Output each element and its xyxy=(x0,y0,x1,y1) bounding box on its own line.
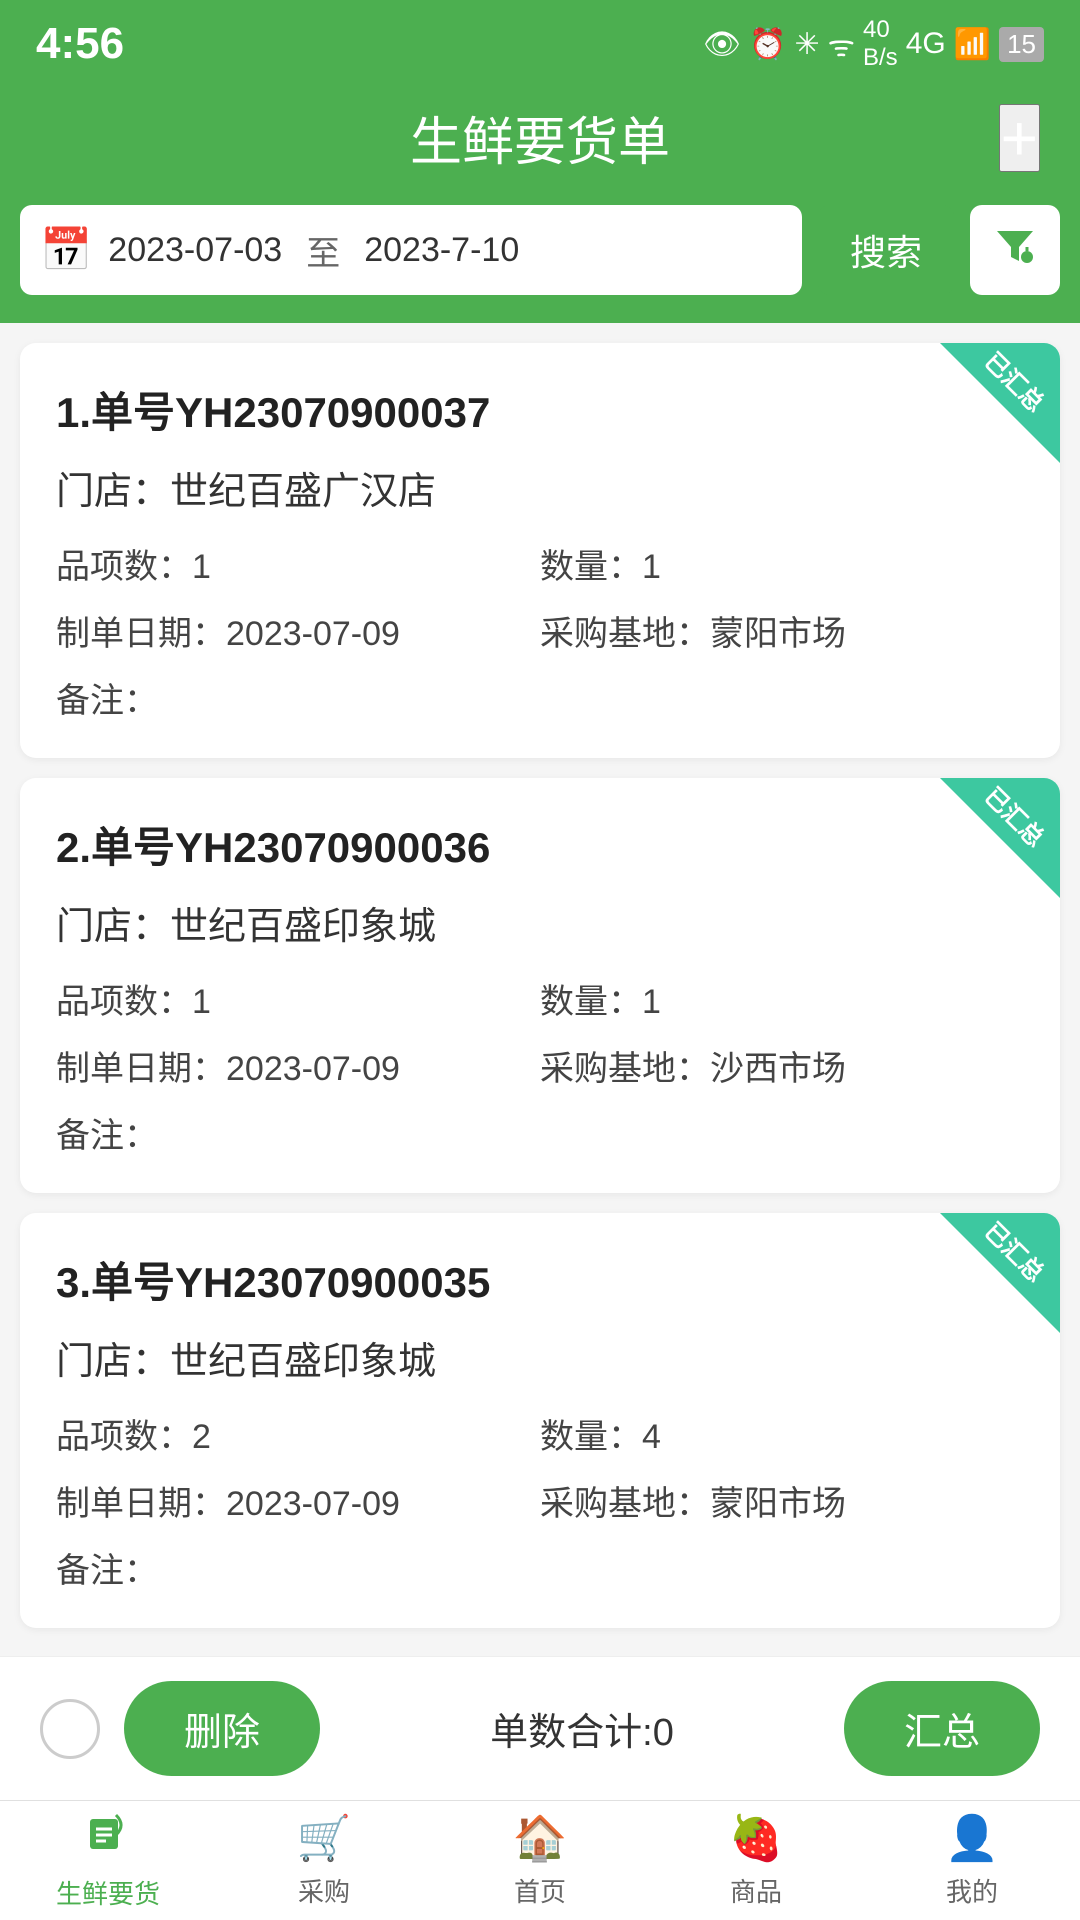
order-card-3[interactable]: 3.单号YH23070900035 门店：世纪百盛印象城 品项数：2 数量：4 … xyxy=(20,1213,1060,1628)
order-row-items-qty-3: 品项数：2 数量：4 xyxy=(56,1409,1024,1458)
order-row-date-base-3: 制单日期：2023-07-09 采购基地：蒙阳市场 xyxy=(56,1476,1024,1525)
order-items-count-2: 品项数：1 xyxy=(56,974,540,1023)
nav-label-home: 首页 xyxy=(514,1872,566,1909)
mine-icon: 👤 xyxy=(945,1812,1000,1864)
order-date-3: 制单日期：2023-07-09 xyxy=(56,1476,540,1525)
order-list: 1.单号YH23070900037 门店：世纪百盛广汉店 品项数：1 数量：1 … xyxy=(0,323,1080,1828)
status-text-3: 已汇总 xyxy=(975,1213,1056,1291)
home-icon: 🏠 xyxy=(513,1812,568,1864)
status-bar: 4:56 👁 ⏰ ✳ ᯤ 40B/s 4G 📶 15 xyxy=(0,0,1080,80)
status-badge-3: 已汇总 xyxy=(940,1213,1060,1333)
order-remark-1: 备注： xyxy=(56,673,1024,722)
page-header: 生鲜要货单 + xyxy=(0,80,1080,205)
fresh-icon xyxy=(86,1811,130,1866)
order-date-2: 制单日期：2023-07-09 xyxy=(56,1041,540,1090)
order-number-3: 3.单号YH23070900035 xyxy=(56,1249,1024,1310)
order-quantity-2: 数量：1 xyxy=(540,974,1024,1023)
delete-button[interactable]: 删除 xyxy=(124,1681,320,1776)
status-text-2: 已汇总 xyxy=(975,778,1056,856)
calendar-icon: 📅 xyxy=(40,226,92,275)
date-from: 2023-07-03 xyxy=(108,231,282,270)
order-base-3: 采购基地：蒙阳市场 xyxy=(540,1476,1024,1525)
order-date-1: 制单日期：2023-07-09 xyxy=(56,606,540,655)
order-remark-2: 备注： xyxy=(56,1108,1024,1157)
page-title: 生鲜要货单 xyxy=(410,100,670,175)
goods-icon: 🍓 xyxy=(729,1812,784,1864)
nav-item-goods[interactable]: 🍓 商品 xyxy=(648,1801,864,1920)
status-badge-2: 已汇总 xyxy=(940,778,1060,898)
bottom-nav: 生鲜要货 🛒 采购 🏠 首页 🍓 商品 👤 我的 xyxy=(0,1800,1080,1920)
nav-label-fresh: 生鲜要货 xyxy=(56,1874,160,1911)
status-time: 4:56 xyxy=(36,19,124,69)
order-store-2: 门店：世纪百盛印象城 xyxy=(56,895,1024,950)
order-row-date-base-1: 制单日期：2023-07-09 采购基地：蒙阳市场 xyxy=(56,606,1024,655)
search-bar: 📅 2023-07-03 至 2023-7-10 搜索 xyxy=(0,205,1080,323)
order-card-2[interactable]: 2.单号YH23070900036 门店：世纪百盛印象城 品项数：1 数量：1 … xyxy=(20,778,1060,1193)
order-row-date-base-2: 制单日期：2023-07-09 采购基地：沙西市场 xyxy=(56,1041,1024,1090)
date-range-box[interactable]: 📅 2023-07-03 至 2023-7-10 xyxy=(20,205,802,295)
order-row-items-qty-2: 品项数：1 数量：1 xyxy=(56,974,1024,1023)
order-base-2: 采购基地：沙西市场 xyxy=(540,1041,1024,1090)
order-remark-3: 备注： xyxy=(56,1543,1024,1592)
status-icons: 👁 ⏰ ✳ ᯤ 40B/s 4G 📶 15 xyxy=(703,16,1044,72)
nav-label-purchase: 采购 xyxy=(298,1872,350,1909)
date-separator: 至 xyxy=(306,226,340,275)
nav-item-mine[interactable]: 👤 我的 xyxy=(864,1801,1080,1920)
bottom-action-bar: 删除 单数合计:0 汇总 xyxy=(0,1656,1080,1800)
status-badge-1: 已汇总 xyxy=(940,343,1060,463)
order-row-items-qty-1: 品项数：1 数量：1 xyxy=(56,539,1024,588)
summary-button[interactable]: 汇总 xyxy=(844,1681,1040,1776)
add-order-button[interactable]: + xyxy=(999,104,1040,172)
filter-button[interactable] xyxy=(970,205,1060,295)
order-number-2: 2.单号YH23070900036 xyxy=(56,814,1024,875)
nav-item-home[interactable]: 🏠 首页 xyxy=(432,1801,648,1920)
purchase-icon: 🛒 xyxy=(297,1812,352,1864)
select-all-checkbox[interactable] xyxy=(40,1699,100,1759)
search-button[interactable]: 搜索 xyxy=(818,205,954,295)
total-count-text: 单数合计:0 xyxy=(344,1701,820,1756)
order-number-1: 1.单号YH23070900037 xyxy=(56,379,1024,440)
order-items-count-3: 品项数：2 xyxy=(56,1409,540,1458)
filter-icon xyxy=(993,223,1037,277)
date-to: 2023-7-10 xyxy=(364,231,519,270)
order-store-1: 门店：世纪百盛广汉店 xyxy=(56,460,1024,515)
order-items-count-1: 品项数：1 xyxy=(56,539,540,588)
nav-label-mine: 我的 xyxy=(946,1872,998,1909)
status-text-1: 已汇总 xyxy=(975,343,1056,421)
order-quantity-1: 数量：1 xyxy=(540,539,1024,588)
order-base-1: 采购基地：蒙阳市场 xyxy=(540,606,1024,655)
nav-item-purchase[interactable]: 🛒 采购 xyxy=(216,1801,432,1920)
nav-label-goods: 商品 xyxy=(730,1872,782,1909)
order-store-3: 门店：世纪百盛印象城 xyxy=(56,1330,1024,1385)
order-card-1[interactable]: 1.单号YH23070900037 门店：世纪百盛广汉店 品项数：1 数量：1 … xyxy=(20,343,1060,758)
order-quantity-3: 数量：4 xyxy=(540,1409,1024,1458)
nav-item-fresh[interactable]: 生鲜要货 xyxy=(0,1801,216,1920)
